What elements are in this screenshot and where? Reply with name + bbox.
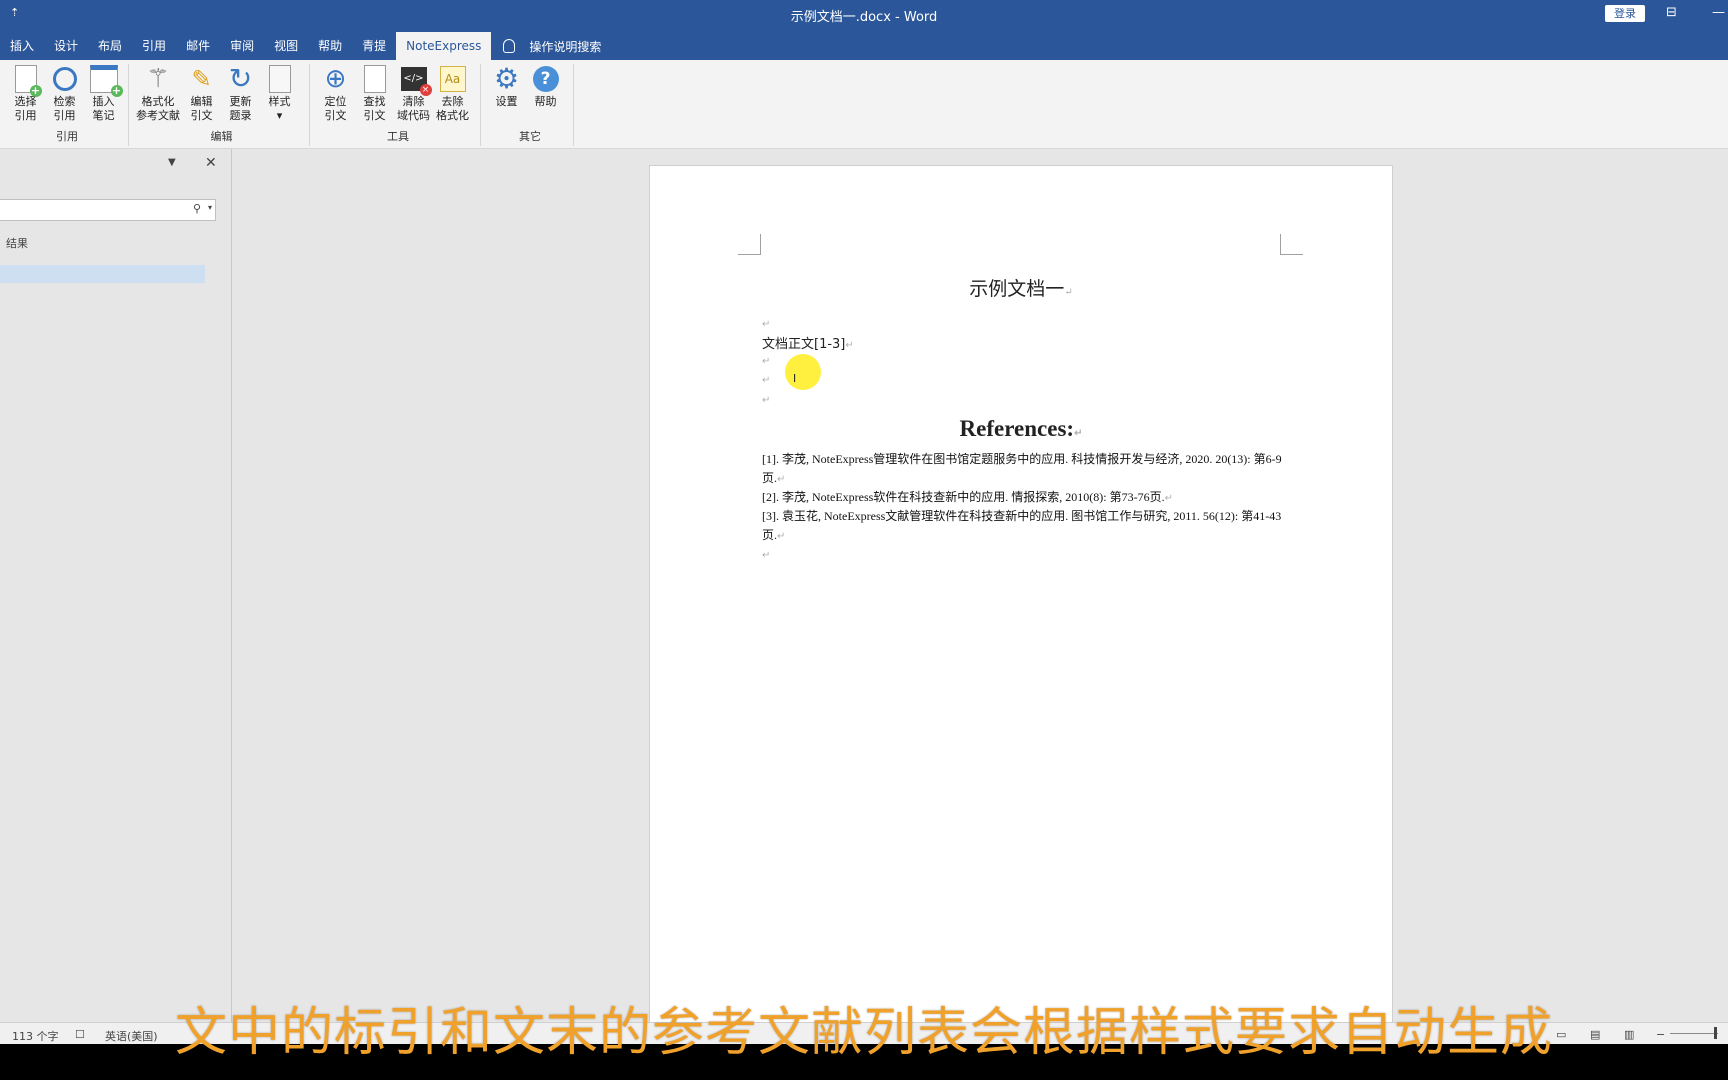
reference-item: [1]. 李茂, NoteExpress管理软件在图书馆定题服务中的应用. 科技… <box>762 452 1282 485</box>
ribbon-display-icon[interactable]: ⊟ <box>1666 5 1677 20</box>
minimize-button[interactable]: — <box>1712 5 1725 20</box>
search-citation-icon <box>52 67 77 91</box>
group-label-other: 其它 <box>519 130 541 143</box>
document-page[interactable]: 示例文档一↵ ↵ 文档正文[1-3]↵ ↵ ↵ ↵ References:↵ [… <box>649 165 1393 1037</box>
update-records-button[interactable]: ↻ 更新 题录 <box>221 64 260 123</box>
format-bibliography-icon: ⚚ <box>146 64 170 94</box>
lightbulb-icon <box>503 39 516 53</box>
help-button[interactable]: ? 帮助 <box>526 64 565 109</box>
insert-note-button[interactable]: + 插入 笔记 <box>84 64 123 123</box>
group-edit: ⚚ 格式化 参考文献 ✎ 编辑 引文 ↻ 更新 题录 样式 ▾ 编辑 <box>134 64 310 146</box>
empty-paragraph: ↵ <box>762 319 771 330</box>
empty-paragraph: ↵ <box>762 395 771 406</box>
remove-format-button[interactable]: Aa 去除 格式化 <box>433 64 472 123</box>
group-tools: ⊕ 定位 引文 查找 引文 </> × 清除 域代码 Aa 去除 格式化 工具 <box>316 64 481 146</box>
locate-citation-button[interactable]: ⊕ 定位 引文 <box>316 64 355 123</box>
remove-format-icon: Aa <box>439 66 466 92</box>
tab-view[interactable]: 视图 <box>264 32 308 60</box>
find-citation-icon <box>363 65 386 93</box>
text-cursor-icon: I <box>793 372 797 385</box>
references-heading: References:↵ <box>959 416 1083 441</box>
tab-help[interactable]: 帮助 <box>308 32 352 60</box>
pane-selected-item[interactable] <box>0 265 205 283</box>
tab-layout[interactable]: 布局 <box>88 32 132 60</box>
tell-me-search[interactable]: 操作说明搜索 <box>491 32 601 60</box>
crop-mark-right <box>1280 234 1303 255</box>
login-button[interactable]: 登录 <box>1605 5 1645 22</box>
settings-icon: ⚙ <box>493 62 520 95</box>
edit-citation-icon: ✎ <box>191 65 212 93</box>
help-icon: ? <box>532 66 559 92</box>
tab-qingti[interactable]: 青提 <box>352 32 396 60</box>
ribbon: + 选择 引用 检索 引用 + 插入 笔记 引用 ⚚ 格式化 参考文献 ✎ 编辑… <box>0 60 1728 149</box>
settings-button[interactable]: ⚙ 设置 <box>487 64 526 109</box>
select-citation-button[interactable]: + 选择 引用 <box>6 64 45 123</box>
tab-mailings[interactable]: 邮件 <box>176 32 220 60</box>
clear-field-code-button[interactable]: </> × 清除 域代码 <box>394 64 433 123</box>
tab-review[interactable]: 审阅 <box>220 32 264 60</box>
close-icon[interactable]: ✕ <box>205 155 217 171</box>
pane-search-input[interactable]: ⚲ ▾ <box>0 199 216 221</box>
select-citation-icon: + <box>14 65 42 97</box>
navigation-pane: ▼ ✕ ⚲ ▾ 结果 <box>0 149 232 1029</box>
tab-insert[interactable]: 插入 <box>0 32 44 60</box>
tell-me-label: 操作说明搜索 <box>529 39 602 54</box>
style-button[interactable]: 样式 ▾ <box>260 64 299 123</box>
search-citation-button[interactable]: 检索 引用 <box>45 64 84 123</box>
chevron-down-icon[interactable]: ▾ <box>208 203 212 212</box>
mouse-highlight <box>785 354 821 390</box>
group-label-citation: 引用 <box>56 130 78 143</box>
video-caption: 文中的标引和文末的参考文献列表会根据样式要求自动生成 <box>174 1003 1553 1063</box>
insert-note-icon: + <box>89 65 123 97</box>
empty-paragraph: ↵ <box>762 375 771 386</box>
reference-item: [3]. 袁玉花, NoteExpress文献管理软件在科技查新中的应用. 图书… <box>762 509 1282 542</box>
group-label-edit: 编辑 <box>210 130 233 143</box>
edit-citation-button[interactable]: ✎ 编辑 引文 <box>182 64 221 123</box>
clear-field-code-icon: </> × <box>400 67 432 96</box>
group-other: ⚙ 设置 ? 帮助 其它 <box>487 64 574 146</box>
empty-paragraph: ↵ <box>762 356 771 367</box>
empty-paragraph: ↵ <box>762 550 771 561</box>
pane-results-label: 结果 <box>6 237 28 250</box>
crop-mark-left <box>738 234 761 255</box>
format-bibliography-button[interactable]: ⚚ 格式化 参考文献 <box>134 64 182 123</box>
find-citation-button[interactable]: 查找 引文 <box>355 64 394 123</box>
document-title: 示例文档一↵ <box>969 278 1073 300</box>
reference-item: [2]. 李茂, NoteExpress软件在科技查新中的应用. 情报探索, 2… <box>762 490 1174 504</box>
tab-references[interactable]: 引用 <box>132 32 176 60</box>
search-icon[interactable]: ⚲ <box>193 202 201 215</box>
body-paragraph: 文档正文[1-3]↵ <box>762 337 854 352</box>
locate-citation-icon: ⊕ <box>324 64 347 94</box>
style-icon <box>268 65 291 93</box>
tab-design[interactable]: 设计 <box>44 32 88 60</box>
title-bar: ⇡ 示例文档一.docx - Word 登录 ⊟ — 插入 设计 布局 引用 邮… <box>0 0 1728 60</box>
ribbon-tabs: 插入 设计 布局 引用 邮件 审阅 视图 帮助 青提 NoteExpress 操… <box>0 32 601 60</box>
group-label-tools: 工具 <box>387 130 409 143</box>
pane-options-icon[interactable]: ▼ <box>168 157 176 168</box>
window-title: 示例文档一.docx - Word <box>790 10 938 25</box>
group-citation: + 选择 引用 检索 引用 + 插入 笔记 引用 <box>6 64 129 146</box>
update-records-icon: ↻ <box>228 62 253 95</box>
tab-noteexpress[interactable]: NoteExpress <box>396 32 492 60</box>
